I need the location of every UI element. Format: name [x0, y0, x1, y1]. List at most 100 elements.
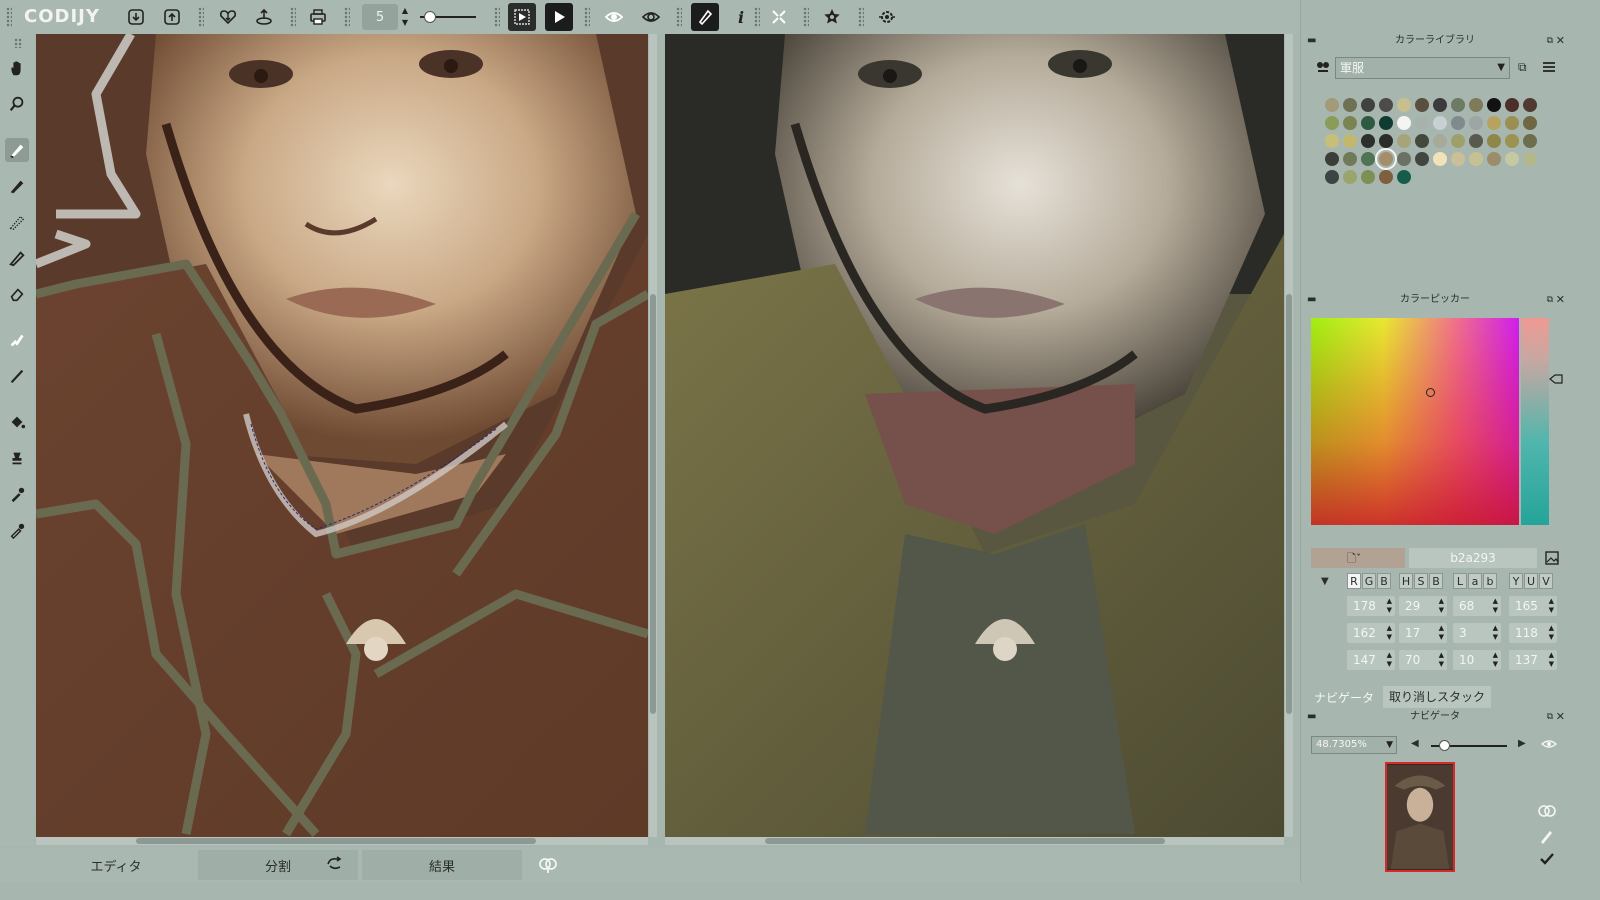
stepper-arrows-icon[interactable]: ▲ ▼: [1549, 597, 1554, 615]
checkmark-icon[interactable]: [1539, 852, 1555, 866]
float-icon[interactable]: ⧉: [1547, 292, 1553, 308]
pencil-tool[interactable]: [5, 246, 29, 270]
color-swatch[interactable]: [1397, 116, 1411, 130]
color-swatch[interactable]: [1451, 134, 1465, 148]
color-swatch[interactable]: [1397, 152, 1411, 166]
pen-tool[interactable]: [5, 174, 29, 198]
color-swatch[interactable]: [1397, 98, 1411, 112]
play-button[interactable]: [545, 3, 573, 31]
brush-tool[interactable]: [5, 138, 29, 162]
color-value-input[interactable]: 17 ▲ ▼: [1399, 623, 1447, 643]
color-swatch[interactable]: [1361, 134, 1375, 148]
result-horizontal-scrollbar[interactable]: [665, 837, 1284, 845]
result-canvas[interactable]: [665, 34, 1284, 837]
zoom-slider[interactable]: [1431, 740, 1507, 751]
color-value-input[interactable]: 165 ▲ ▼: [1509, 596, 1557, 616]
preview-toggle-button[interactable]: [600, 3, 628, 31]
color-swatch[interactable]: [1397, 134, 1411, 148]
color-value-input[interactable]: 147 ▲ ▼: [1347, 650, 1395, 670]
tab-result[interactable]: 結果: [362, 850, 522, 880]
color-mode-l[interactable]: L: [1453, 573, 1467, 589]
tab-editor[interactable]: エディタ: [36, 850, 196, 880]
color-value-input[interactable]: 70 ▲ ▼: [1399, 650, 1447, 670]
stepper-arrows-icon[interactable]: ▲ ▼: [1387, 651, 1392, 669]
fill-tool[interactable]: [5, 410, 29, 434]
color-value-input[interactable]: 162 ▲ ▼: [1347, 623, 1395, 643]
info-button[interactable]: i: [727, 3, 755, 31]
navigator-thumbnail[interactable]: [1385, 762, 1455, 872]
color-swatch[interactable]: [1469, 116, 1483, 130]
texture-brush-tool[interactable]: [5, 210, 29, 234]
pencil-icon[interactable]: [1539, 828, 1555, 844]
color-swatch[interactable]: [1415, 152, 1429, 166]
close-icon[interactable]: ✕: [1556, 709, 1565, 725]
color-swatch[interactable]: [1451, 152, 1465, 166]
color-mode-s[interactable]: S: [1414, 573, 1428, 589]
color-swatch[interactable]: [1325, 116, 1339, 130]
color-swatch[interactable]: [1523, 134, 1537, 148]
toolbar-grip[interactable]: [6, 7, 12, 27]
color-swatch[interactable]: [1343, 116, 1357, 130]
expand-toggle-icon[interactable]: ▼: [1321, 576, 1329, 587]
color-swatch[interactable]: [1469, 152, 1483, 166]
color-swatch[interactable]: [1487, 116, 1501, 130]
color-swatch[interactable]: [1487, 152, 1501, 166]
scroll-thumb[interactable]: [765, 838, 1165, 844]
import-button[interactable]: [122, 3, 150, 31]
color-swatch[interactable]: [1415, 116, 1429, 130]
color-value-input[interactable]: 3 ▲ ▼: [1453, 623, 1501, 643]
color-swatch[interactable]: [1325, 152, 1339, 166]
color-swatch[interactable]: [1361, 152, 1375, 166]
eye-icon[interactable]: [1541, 738, 1557, 750]
preferences-button[interactable]: [818, 3, 846, 31]
compare-icon[interactable]: [1537, 804, 1557, 820]
color-swatch[interactable]: [1487, 134, 1501, 148]
color-value-input[interactable]: 137 ▲ ▼: [1509, 650, 1557, 670]
palette-icon[interactable]: [1315, 60, 1331, 74]
color-value-input[interactable]: 118 ▲ ▼: [1509, 623, 1557, 643]
color-mode-h[interactable]: H: [1399, 573, 1413, 589]
editor-photo[interactable]: [36, 34, 648, 837]
brush-mode-button[interactable]: [691, 3, 719, 31]
color-swatch[interactable]: [1433, 134, 1447, 148]
color-swatch[interactable]: [1397, 170, 1411, 184]
stepper-arrows-icon[interactable]: ▲ ▼: [1387, 597, 1392, 615]
color-swatch[interactable]: [1325, 170, 1339, 184]
compare-icon[interactable]: [538, 856, 558, 874]
color-swatch[interactable]: [1325, 98, 1339, 112]
color-swatch[interactable]: [1505, 98, 1519, 112]
color-mode-g[interactable]: G: [1362, 573, 1376, 589]
animation-button[interactable]: [508, 3, 536, 31]
color-mode-v[interactable]: V: [1539, 573, 1553, 589]
color-swatch[interactable]: [1415, 98, 1429, 112]
color-value-input[interactable]: 29 ▲ ▼: [1399, 596, 1447, 616]
color-swatch[interactable]: [1379, 116, 1393, 130]
float-icon[interactable]: ⧉: [1547, 33, 1553, 49]
color-swatch[interactable]: [1361, 116, 1375, 130]
color-library-select[interactable]: 軍服 ▼: [1335, 57, 1510, 79]
color-swatch[interactable]: [1451, 98, 1465, 112]
smudge-tool[interactable]: [5, 328, 29, 352]
color-mode-a[interactable]: a: [1468, 573, 1482, 589]
slider-knob[interactable]: [1438, 740, 1450, 751]
color-swatch[interactable]: [1505, 152, 1519, 166]
result-vertical-scrollbar[interactable]: [1285, 34, 1293, 837]
line-tool[interactable]: [5, 364, 29, 388]
slider-knob[interactable]: [423, 11, 436, 23]
color-mode-b[interactable]: B: [1377, 573, 1391, 589]
library-copy-icon[interactable]: ⧉: [1518, 60, 1527, 75]
color-swatch[interactable]: [1505, 134, 1519, 148]
color-swatch[interactable]: [1433, 116, 1447, 130]
tab-undo-stack[interactable]: 取り消しスタック: [1383, 686, 1491, 708]
brush-size-value[interactable]: 5: [362, 4, 398, 30]
upload-button[interactable]: [250, 3, 278, 31]
zoom-in-icon[interactable]: ▶: [1518, 738, 1526, 749]
swap-icon[interactable]: [326, 856, 344, 872]
color-swatch[interactable]: [1379, 134, 1393, 148]
image-sample-icon[interactable]: [1544, 550, 1560, 566]
editor-vertical-scrollbar[interactable]: [649, 34, 657, 837]
color-swatch[interactable]: [1469, 98, 1483, 112]
print-button[interactable]: [304, 3, 332, 31]
saturation-value-area[interactable]: [1311, 318, 1519, 525]
color-swatch[interactable]: [1415, 134, 1429, 148]
